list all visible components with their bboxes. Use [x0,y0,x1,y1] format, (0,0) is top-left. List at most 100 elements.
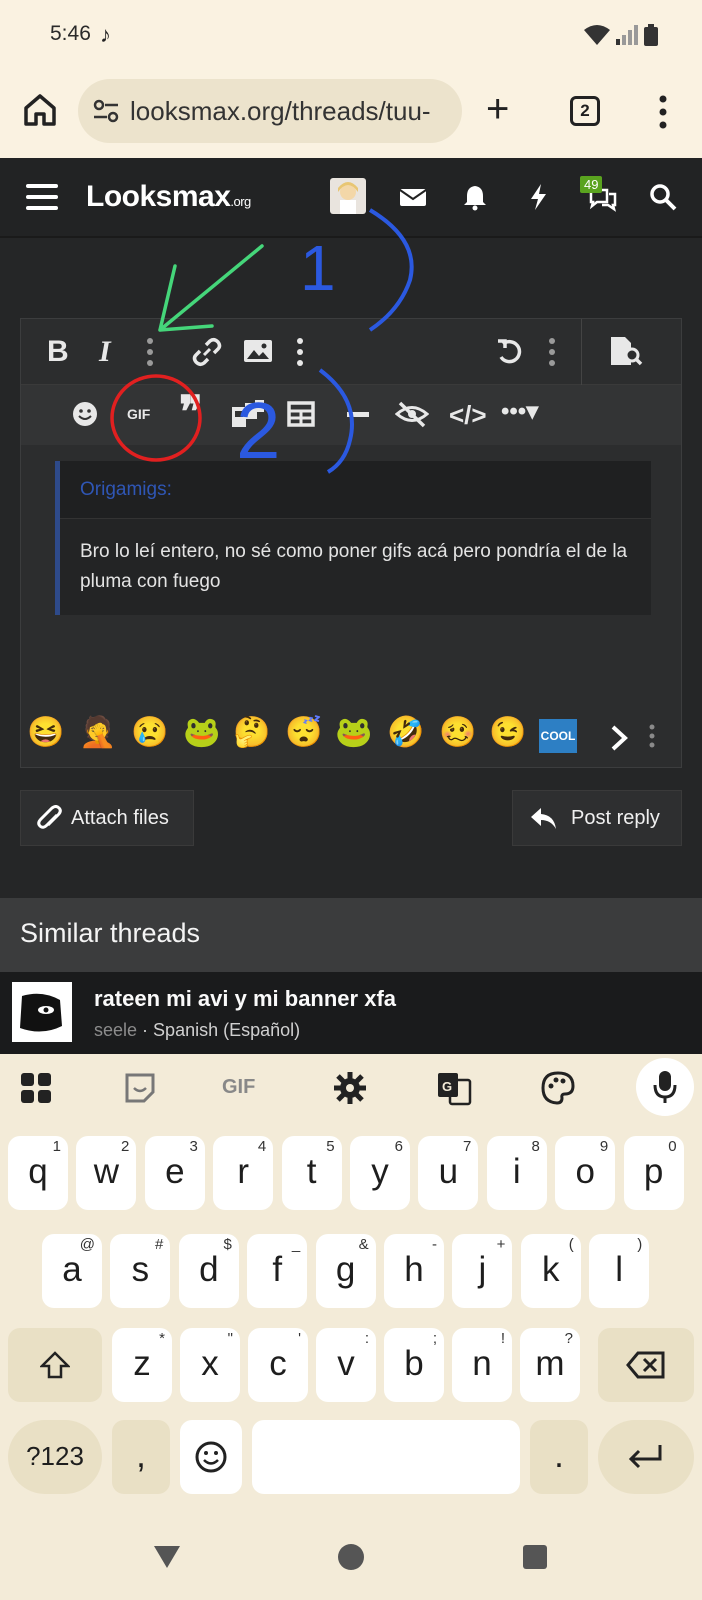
emoji-key[interactable] [180,1420,242,1494]
key-z[interactable]: z * [112,1328,172,1402]
key-x[interactable]: x " [180,1328,240,1402]
key-p[interactable]: p0 [623,1136,684,1210]
key-h[interactable]: h- [384,1234,444,1308]
key-d[interactable]: d $ [178,1234,239,1308]
key-letter: u [438,1152,459,1191]
key-letter: j [478,1250,487,1289]
thread-forum[interactable]: Spanish (Español) [153,1020,300,1040]
key-letter: x [201,1344,219,1383]
key-u[interactable]: u7 [418,1136,479,1210]
key-secondary: & [358,1236,369,1253]
key-y[interactable]: y6 [350,1136,410,1210]
key-secondary: ( [568,1236,574,1253]
key-secondary: 0 [668,1138,677,1155]
recents-nav-icon[interactable] [522,1544,548,1570]
key-secondary: ! [500,1330,505,1347]
key-secondary: 5 [326,1138,335,1155]
attach-files-label: Attach files [71,807,169,829]
gif-keyboard-button[interactable]: GIF [222,1076,272,1112]
annotation-label-1: 1 [300,232,336,304]
key-m[interactable]: m? [520,1328,580,1402]
key-q[interactable]: q1 [8,1136,68,1210]
key-b[interactable]: b; [384,1328,444,1402]
key-secondary: # [155,1236,164,1253]
key-secondary: 7 [463,1138,472,1155]
key-v[interactable]: v: [316,1328,376,1402]
key-letter: i [512,1152,521,1191]
similar-threads-heading: Similar threads [0,898,702,972]
key-secondary: 6 [394,1138,403,1155]
key-j[interactable]: j + [452,1234,513,1308]
shift-key[interactable] [8,1328,102,1402]
period-key[interactable]: . [530,1420,588,1494]
key-c[interactable]: c ' [248,1328,308,1402]
translate-icon[interactable]: G [436,1070,472,1106]
key-letter: p [643,1152,664,1191]
enter-key[interactable] [598,1420,694,1494]
backspace-icon [626,1351,665,1379]
voice-input-button[interactable] [636,1058,694,1116]
comma-key[interactable]: , [112,1420,170,1494]
paperclip-icon [37,805,62,829]
shift-arrow-icon [38,1351,72,1379]
apps-grid-icon[interactable] [18,1070,54,1106]
key-secondary: - [432,1236,437,1253]
symbols-key[interactable]: ?123 [8,1420,102,1494]
key-n[interactable]: n! [452,1328,512,1402]
key-i[interactable]: i8 [486,1136,547,1210]
keyboard-toolbar: GIF G [0,1054,702,1122]
blue-bracket-2 [318,368,354,474]
reply-arrow-icon [531,808,556,829]
meta-separator: · [142,1020,154,1040]
backspace-key[interactable] [598,1328,694,1402]
key-t[interactable]: t5 [281,1136,342,1210]
key-o[interactable]: o9 [555,1136,616,1210]
thread-title[interactable]: rateen mi avi y mi banner xfa [94,986,396,1012]
key-a[interactable]: a @ [42,1234,102,1308]
key-letter: h [404,1250,424,1289]
thread-author[interactable]: seele [94,1020,137,1040]
key-secondary: " [227,1330,233,1347]
attach-files-button[interactable]: Attach files [20,790,194,846]
back-nav-icon[interactable] [152,1544,182,1570]
microphone-icon [653,1071,677,1103]
key-letter: f [272,1250,283,1289]
settings-gear-icon[interactable] [332,1070,368,1106]
post-reply-button[interactable]: Post reply [512,790,682,846]
key-s[interactable]: s # [110,1234,171,1308]
key-w[interactable]: w2 [76,1136,137,1210]
key-secondary: 8 [531,1138,540,1155]
key-k[interactable]: k( [520,1234,581,1308]
key-secondary: 4 [257,1138,267,1155]
svg-text:G: G [442,1079,452,1094]
home-nav-icon[interactable] [336,1542,366,1572]
key-r[interactable]: r4 [213,1136,274,1210]
key-g[interactable]: g & [315,1234,376,1308]
key-secondary: ' [298,1330,301,1347]
spacebar[interactable] [252,1420,520,1494]
key-secondary: _ [291,1236,301,1253]
key-secondary: 1 [52,1138,61,1155]
theme-palette-icon[interactable] [540,1070,576,1106]
red-circle-annotation [110,374,202,462]
key-l[interactable]: l) [589,1234,650,1308]
key-letter: l [615,1250,624,1289]
key-letter: c [269,1344,287,1383]
annotation-label-2: 2 [236,386,281,475]
key-letter: g [335,1250,356,1289]
list-item[interactable]: rateen mi avi y mi banner xfa seele · Sp… [0,972,702,1054]
key-secondary: ) [637,1236,643,1253]
thread-thumbnail[interactable] [12,982,72,1042]
key-secondary: * [159,1330,165,1347]
key-letter: q [28,1152,48,1191]
key-secondary: @ [79,1236,95,1253]
key-secondary: 3 [189,1138,198,1155]
enter-arrow-icon [628,1445,662,1469]
key-f[interactable]: f _ [247,1234,308,1308]
handdrawn-annotations: 1 2 [110,208,414,475]
key-e[interactable]: e3 [144,1136,205,1210]
key-letter: d [199,1250,219,1289]
sticker-icon[interactable] [122,1070,158,1106]
key-letter: v [337,1344,355,1383]
key-secondary: 9 [599,1138,609,1155]
